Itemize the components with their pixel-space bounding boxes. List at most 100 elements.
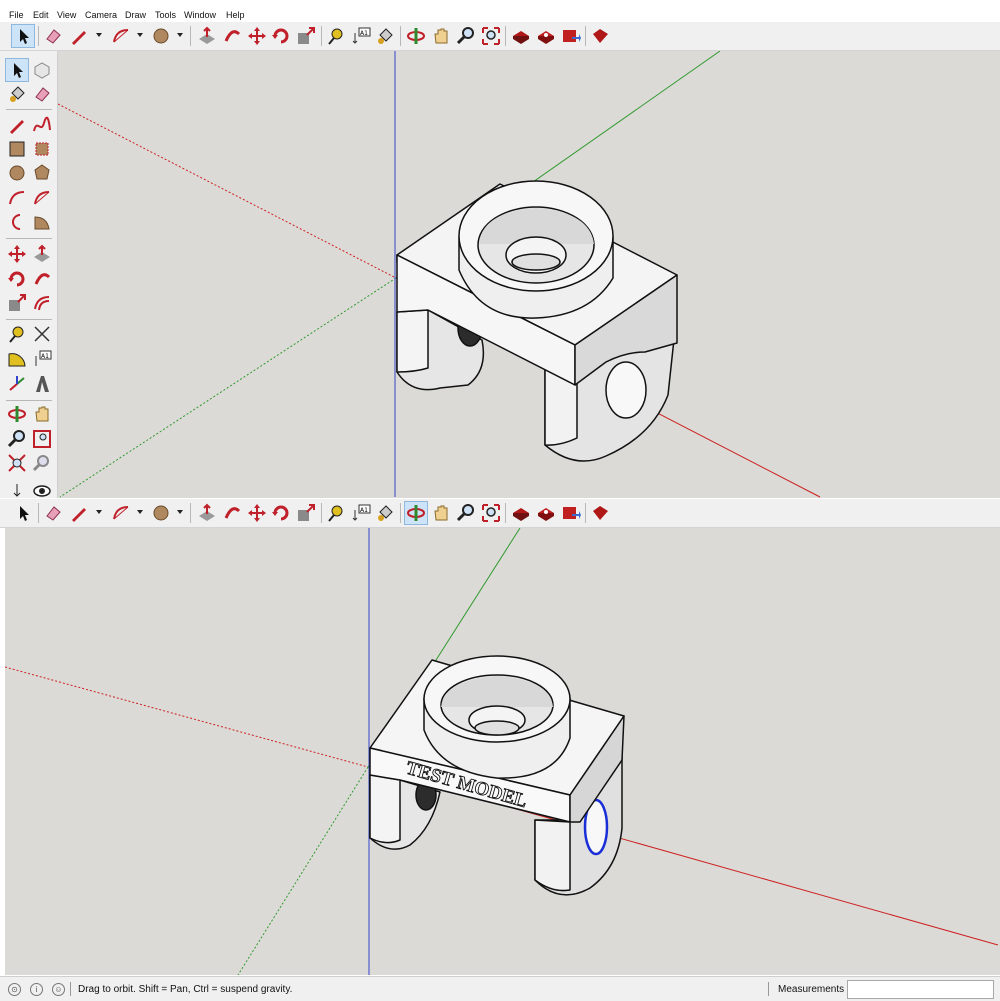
position-camera-icon[interactable] [6, 480, 28, 498]
extension-manager-icon[interactable] [589, 25, 611, 47]
orbit-icon[interactable] [404, 501, 428, 525]
scale-icon[interactable] [6, 292, 28, 314]
pan-icon[interactable] [430, 25, 452, 47]
menu-help[interactable]: Help [226, 10, 245, 21]
text-icon[interactable]: A1 [31, 348, 53, 370]
zoom-window-icon[interactable] [31, 428, 53, 450]
rotated-rectangle-icon[interactable] [31, 138, 53, 160]
eraser-icon[interactable] [42, 25, 64, 47]
three-point-arc-icon[interactable] [6, 211, 28, 233]
menu-draw[interactable]: Draw [125, 10, 146, 21]
paint-bucket-icon[interactable] [6, 83, 28, 105]
select-icon[interactable] [11, 24, 35, 48]
orbit-icon[interactable] [6, 403, 28, 425]
dimension-icon[interactable] [31, 323, 53, 345]
push-pull-icon[interactable] [31, 243, 53, 265]
follow-me-icon[interactable] [31, 268, 53, 290]
status-bar: ⊙ i ☺ Drag to orbit. Shift = Pan, Ctrl =… [0, 976, 1000, 1001]
upper-viewport[interactable] [58, 51, 1000, 498]
freehand-icon[interactable] [31, 114, 53, 136]
push-pull-icon[interactable] [196, 502, 218, 524]
follow-me-icon[interactable] [221, 502, 243, 524]
pan-icon[interactable] [31, 403, 53, 425]
zoom-icon[interactable] [6, 428, 28, 450]
follow-me-icon[interactable] [221, 25, 243, 47]
rotate-icon[interactable] [270, 502, 292, 524]
rectangle-icon[interactable] [6, 138, 28, 160]
orbit-icon[interactable] [405, 25, 427, 47]
warehouse-icon[interactable] [510, 25, 532, 47]
text-icon[interactable]: A1 [350, 25, 372, 47]
tape-measure-icon[interactable] [6, 323, 28, 345]
zoom-extents-icon[interactable] [480, 502, 502, 524]
rotate-icon[interactable] [270, 25, 292, 47]
menu-tools[interactable]: Tools [155, 10, 176, 21]
paint-bucket-icon[interactable] [374, 25, 396, 47]
circle-icon[interactable] [6, 162, 28, 184]
tape-measure-icon[interactable] [325, 25, 347, 47]
svg-text:A1: A1 [41, 353, 49, 360]
pencil-icon[interactable] [68, 502, 90, 524]
circle-icon[interactable] [150, 502, 172, 524]
protractor-icon[interactable] [6, 348, 28, 370]
tape-measure-icon[interactable] [325, 502, 347, 524]
circle-icon[interactable] [150, 25, 172, 47]
left-toolbar: A1 [0, 51, 58, 498]
menu-window[interactable]: Window [184, 10, 216, 21]
info-icon[interactable]: i [30, 983, 43, 996]
make-component-icon[interactable] [31, 59, 53, 81]
pencil-icon[interactable] [68, 25, 90, 47]
3d-text-icon[interactable] [31, 373, 53, 395]
move-icon[interactable] [6, 243, 28, 265]
text-icon[interactable]: A1 [350, 502, 372, 524]
arc-icon[interactable] [110, 25, 132, 47]
arc-icon[interactable] [110, 502, 132, 524]
zoom-extents-icon[interactable] [6, 452, 28, 474]
scale-icon[interactable] [295, 502, 317, 524]
pencil-icon[interactable] [6, 114, 28, 136]
zoom-icon[interactable] [455, 502, 477, 524]
move-icon[interactable] [246, 502, 268, 524]
lower-viewport[interactable]: TEST MODEL [5, 528, 1000, 975]
select-icon[interactable] [5, 58, 29, 82]
svg-text:A1: A1 [360, 30, 368, 37]
menu-camera[interactable]: Camera [85, 10, 117, 21]
zoom-icon[interactable] [455, 25, 477, 47]
menu-bar: File Edit View Camera Draw Tools Window … [0, 0, 1000, 22]
previous-view-icon[interactable] [31, 452, 53, 474]
warehouse-icon[interactable] [510, 502, 532, 524]
eraser-icon[interactable] [42, 502, 64, 524]
main-toolbar: A1 [0, 22, 1000, 51]
measurements-input[interactable] [847, 980, 994, 999]
pie-icon[interactable] [31, 211, 53, 233]
extension-warehouse-icon[interactable] [535, 25, 557, 47]
extension-manager-icon[interactable] [589, 502, 611, 524]
arc-icon[interactable] [6, 187, 28, 209]
user-icon[interactable]: ☺ [52, 983, 65, 996]
eraser-icon[interactable] [31, 83, 53, 105]
polygon-icon[interactable] [31, 162, 53, 184]
push-pull-icon[interactable] [196, 25, 218, 47]
two-point-arc-icon[interactable] [31, 187, 53, 209]
menu-edit[interactable]: Edit [33, 10, 49, 21]
menu-file[interactable]: File [9, 10, 24, 21]
geolocation-icon[interactable]: ⊙ [8, 983, 21, 996]
offset-icon[interactable] [31, 292, 53, 314]
select-icon[interactable] [12, 502, 34, 524]
zoom-extents-icon[interactable] [480, 25, 502, 47]
measurements-label: Measurements [778, 984, 845, 995]
move-icon[interactable] [246, 25, 268, 47]
scale-icon[interactable] [295, 25, 317, 47]
send-to-layout-icon[interactable] [560, 25, 582, 47]
extension-warehouse-icon[interactable] [535, 502, 557, 524]
bracket-model[interactable] [396, 180, 678, 462]
look-around-icon[interactable] [31, 480, 53, 498]
svg-text:A1: A1 [360, 507, 368, 514]
secondary-toolbar: A1 [0, 499, 1000, 528]
axes-icon[interactable] [6, 373, 28, 395]
send-to-layout-icon[interactable] [560, 502, 582, 524]
menu-view[interactable]: View [57, 10, 76, 21]
rotate-icon[interactable] [6, 268, 28, 290]
paint-bucket-icon[interactable] [374, 502, 396, 524]
pan-icon[interactable] [430, 502, 452, 524]
